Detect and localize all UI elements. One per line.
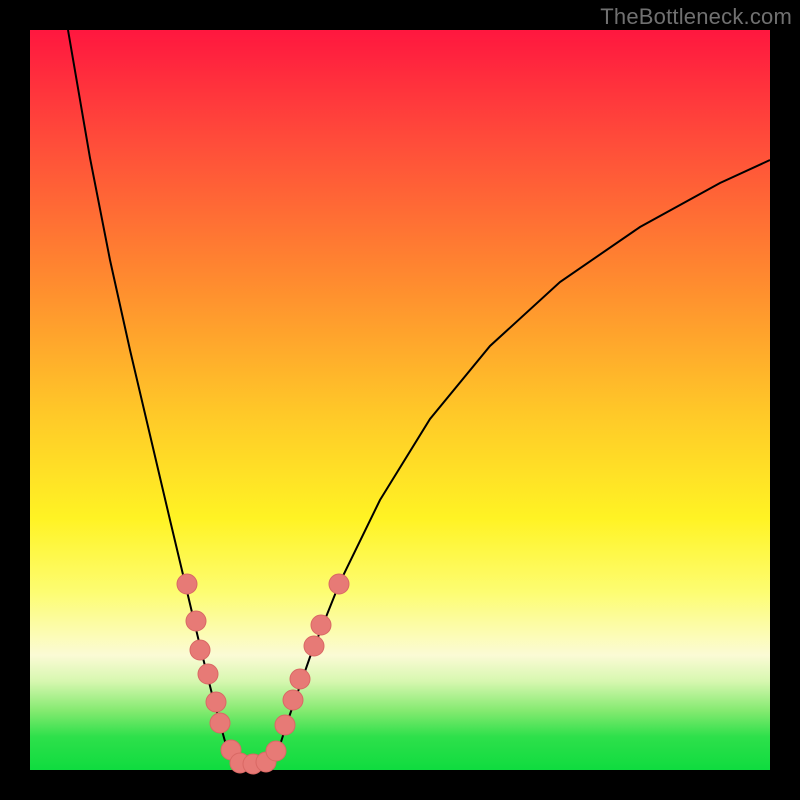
curve-path (68, 30, 770, 770)
data-marker (177, 574, 197, 594)
data-marker (190, 640, 210, 660)
data-marker (266, 741, 286, 761)
watermark-label: TheBottleneck.com (600, 4, 792, 30)
plot-area (30, 30, 770, 770)
chart-frame: TheBottleneck.com (0, 0, 800, 800)
data-markers (177, 574, 349, 774)
data-marker (198, 664, 218, 684)
data-marker (290, 669, 310, 689)
data-marker (329, 574, 349, 594)
data-marker (283, 690, 303, 710)
data-marker (304, 636, 324, 656)
data-marker (206, 692, 226, 712)
chart-svg (30, 30, 770, 770)
data-marker (275, 715, 295, 735)
bottleneck-curve (68, 30, 770, 770)
data-marker (210, 713, 230, 733)
data-marker (186, 611, 206, 631)
data-marker (311, 615, 331, 635)
